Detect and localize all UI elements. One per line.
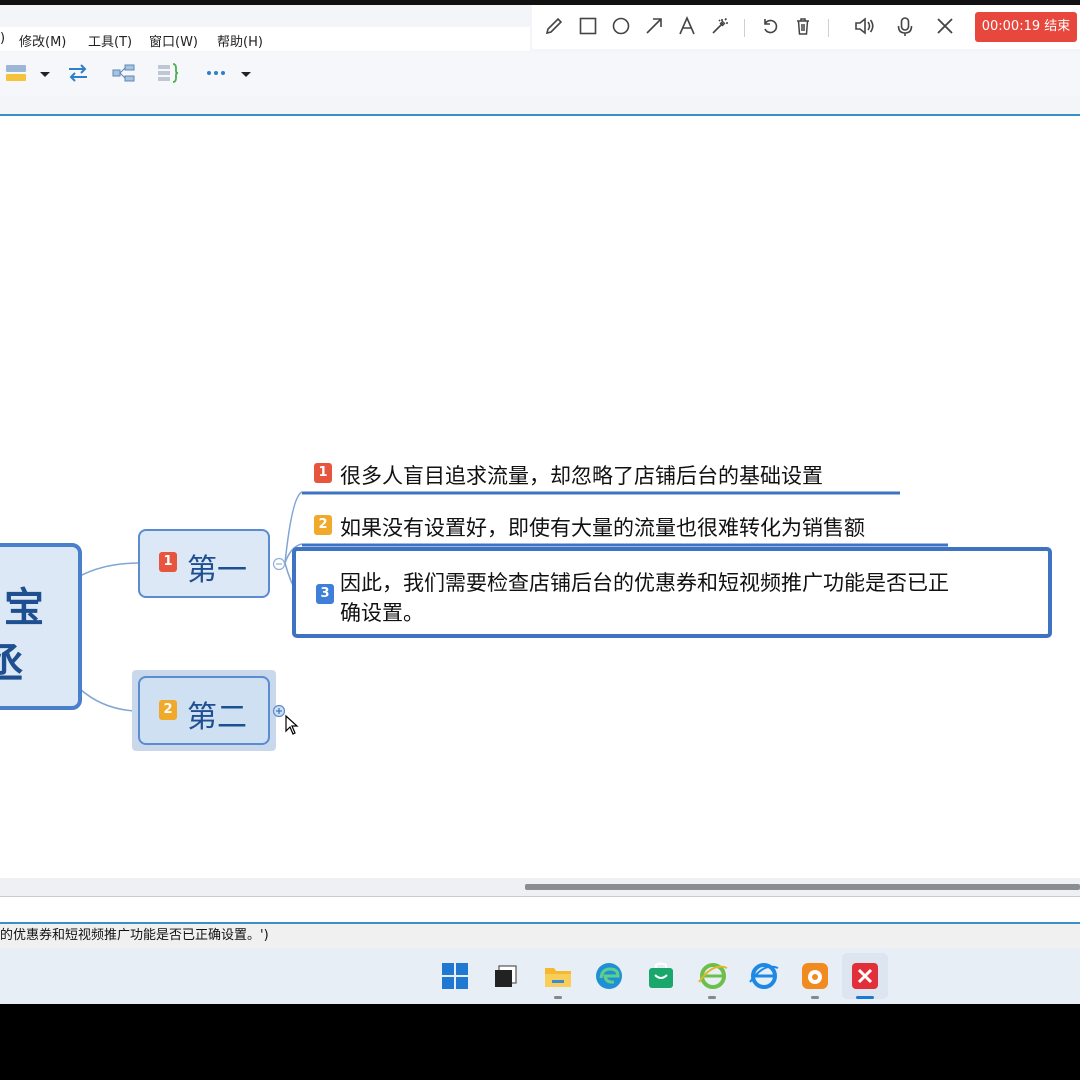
magic-icon[interactable]: [710, 16, 730, 36]
xmind-icon[interactable]: [849, 960, 881, 992]
taskbar: [0, 948, 1080, 1004]
menu-item-modify[interactable]: 修改(M): [19, 31, 66, 50]
undo-icon[interactable]: [760, 16, 780, 36]
running-indicator: [708, 996, 716, 999]
running-indicator: [554, 996, 562, 999]
text-icon[interactable]: [677, 16, 697, 36]
uc-browser-icon[interactable]: [799, 960, 831, 992]
windows-start-icon[interactable]: [439, 960, 471, 992]
speaker-icon[interactable]: [854, 16, 876, 36]
topic-second-label: 第二: [187, 700, 247, 735]
priority-1-badge: 1: [314, 463, 332, 483]
priority-3-badge: 3: [316, 584, 334, 604]
menu-bar: ) 修改(M) 工具(T) 窗口(W) 帮助(H): [0, 27, 530, 51]
ie-blue-icon[interactable]: [748, 960, 780, 992]
recorder-separator: [828, 19, 829, 37]
edge-icon[interactable]: [593, 960, 625, 992]
priority-2-badge: 2: [159, 700, 177, 720]
subtopic-3-text-line1: 因此，我们需要检查店铺后台的优惠券和短视频推广功能是否已正: [340, 571, 949, 595]
task-view-icon[interactable]: [490, 960, 522, 992]
menu-item-window[interactable]: 窗口(W): [149, 31, 198, 50]
screen: ) 修改(M) 工具(T) 窗口(W) 帮助(H) 00:00:19 结束 宝 …: [0, 0, 1080, 1004]
subtopic-1-text[interactable]: 很多人盲目追求流量，却忽略了店铺后台的基础设置: [340, 460, 823, 490]
running-indicator: [811, 996, 819, 999]
chevron-down-icon[interactable]: [38, 70, 52, 80]
status-bar: 的优惠券和短视频推广功能是否已正确设置。'): [0, 924, 1080, 948]
arrow-icon[interactable]: [644, 16, 664, 36]
status-bar-text: 的优惠券和短视频推广功能是否已正确设置。'): [0, 928, 269, 943]
file-explorer-icon[interactable]: [542, 960, 574, 992]
ie-green-icon[interactable]: [697, 960, 729, 992]
priority-1-badge: 1: [159, 552, 177, 572]
recording-timer-end-button[interactable]: 00:00:19 结束: [975, 12, 1077, 42]
structure-icon[interactable]: [110, 60, 136, 86]
topic-first[interactable]: 1 第一: [138, 529, 270, 598]
summary-icon[interactable]: [155, 60, 181, 86]
store-icon[interactable]: [645, 960, 677, 992]
recorder-toolbar: 00:00:19 结束: [532, 5, 1080, 49]
bottom-panel: [0, 897, 1080, 922]
pencil-icon[interactable]: [544, 16, 564, 36]
chevron-down-icon[interactable]: [239, 70, 253, 80]
horizontal-scrollbar-thumb[interactable]: [525, 884, 1080, 890]
menu-item-tools[interactable]: 工具(T): [88, 31, 132, 50]
subtopic-3-box[interactable]: 3 因此，我们需要检查店铺后台的优惠券和短视频推广功能是否已正 确设置。: [292, 547, 1052, 638]
collapse-icon[interactable]: [272, 557, 286, 571]
recorder-separator: [744, 19, 745, 37]
central-topic-text-1: 宝: [4, 585, 44, 631]
menu-item-partial[interactable]: ): [0, 31, 5, 46]
connector-lines: [79, 491, 948, 712]
subtopic-3-text-line2: 确设置。: [340, 601, 424, 625]
priority-2-badge: 2: [314, 515, 332, 535]
swap-icon[interactable]: [65, 60, 91, 86]
active-indicator: [856, 996, 874, 999]
rectangle-icon[interactable]: [578, 16, 598, 36]
central-topic[interactable]: 宝 丞: [0, 543, 82, 710]
delete-icon[interactable]: [793, 16, 813, 36]
mindmap-canvas[interactable]: 宝 丞 1 第一 2 第二 1 很多人盲目追求流量，却忽略了店铺后台的基础设置 …: [0, 116, 1080, 878]
letterbox-bottom: [0, 1004, 1080, 1080]
topic-icon[interactable]: [2, 60, 28, 86]
central-topic-text-2: 丞: [0, 641, 24, 687]
topic-second[interactable]: 2 第二: [138, 676, 270, 745]
circle-icon[interactable]: [611, 16, 631, 36]
more-icon[interactable]: [203, 60, 229, 86]
close-icon[interactable]: [935, 16, 955, 36]
mic-icon[interactable]: [895, 16, 915, 38]
subtopic-2-text[interactable]: 如果没有设置好，即使有大量的流量也很难转化为销售额: [340, 512, 865, 542]
topic-first-label: 第一: [187, 553, 247, 588]
menu-item-help[interactable]: 帮助(H): [217, 31, 263, 50]
mouse-cursor-icon: [285, 714, 299, 735]
app-toolbar: [0, 52, 1080, 96]
